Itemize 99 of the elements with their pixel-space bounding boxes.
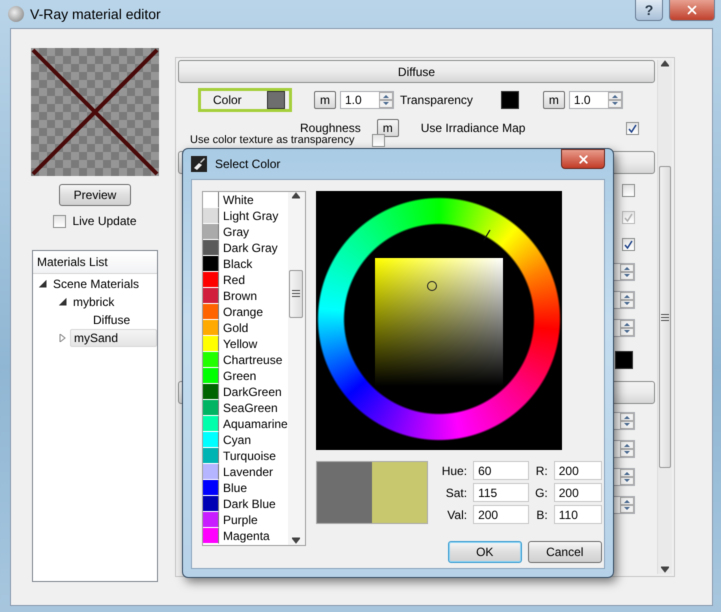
field-label: Color [213, 93, 242, 107]
scroll-up-icon [292, 192, 300, 200]
field-label: Val: [446, 508, 468, 522]
field-label: Sat: [444, 486, 468, 500]
list-item[interactable]: Purple [223, 513, 258, 527]
tree-item[interactable]: mySand [70, 329, 157, 347]
spin-buttons[interactable] [620, 469, 634, 485]
scroll-down-icon [661, 566, 669, 574]
list-item[interactable]: SeaGreen [223, 401, 278, 415]
tree-item[interactable]: Diffuse [90, 312, 134, 328]
tree-item[interactable]: mybrick [70, 294, 118, 310]
spin-box[interactable]: 1.0 [568, 91, 623, 109]
list-item[interactable]: White [223, 193, 254, 207]
spin-buttons[interactable] [379, 92, 393, 108]
number-field[interactable]: 110 [554, 505, 602, 524]
collapsed-arrow-icon [59, 334, 67, 342]
list-item[interactable]: Black [223, 257, 252, 271]
checkbox-label: Live Update [72, 214, 137, 228]
checkbox[interactable] [53, 214, 66, 228]
map-button[interactable]: m [314, 91, 336, 109]
help-button[interactable]: ? [635, 0, 663, 21]
number-field[interactable]: 115 [473, 483, 530, 502]
list-item[interactable]: Turquoise [223, 449, 276, 463]
close-icon [576, 152, 590, 166]
scroll-thumb[interactable] [659, 166, 671, 468]
spin-buttons[interactable] [608, 92, 622, 108]
preview-button[interactable]: Preview [59, 184, 131, 206]
list-item[interactable]: Gray [223, 225, 250, 239]
dialog-button[interactable]: Cancel [528, 541, 602, 563]
new-color-swatch [372, 462, 427, 523]
field-label: Transparency [400, 93, 473, 107]
checkbox-label: Use Irradiance Map [420, 121, 526, 135]
expanded-arrow-icon [59, 298, 67, 306]
checkbox[interactable] [622, 184, 635, 197]
grip-icon [292, 290, 300, 297]
list-item[interactable]: Magenta [223, 529, 270, 543]
spin-buttons[interactable] [620, 497, 634, 513]
spin-buttons[interactable] [620, 320, 634, 336]
color-swatch[interactable] [500, 91, 519, 109]
scrollbar[interactable] [288, 192, 305, 545]
spin-buttons[interactable] [620, 292, 634, 308]
tree-item[interactable]: Scene Materials [50, 276, 142, 292]
list-item[interactable]: Aquamarine [223, 417, 288, 431]
list-item[interactable]: DarkGreen [223, 385, 282, 399]
hue-marker[interactable] [482, 229, 491, 241]
field-value: 1.0 [574, 93, 591, 107]
number-field[interactable]: 200 [473, 505, 530, 524]
spin-buttons[interactable] [620, 264, 634, 280]
checkbox-label: Use color texture as transparency [190, 134, 354, 146]
scroll-up-icon [661, 60, 669, 68]
list-item[interactable]: Dark Blue [223, 497, 276, 511]
spin-buttons[interactable] [620, 441, 634, 457]
map-button[interactable]: m [542, 91, 565, 109]
spin-buttons[interactable] [620, 413, 634, 429]
list-item[interactable]: Brown [223, 289, 258, 303]
section-header[interactable]: Diffuse [178, 60, 655, 83]
list-item[interactable]: Green [223, 369, 256, 383]
picker-marker[interactable] [427, 280, 438, 291]
number-field[interactable]: 200 [554, 483, 602, 502]
number-field[interactable]: 200 [554, 461, 602, 480]
list-item[interactable]: Light Gray [223, 209, 278, 223]
field-label: Hue: [442, 464, 468, 478]
list-item[interactable]: Chartreuse [223, 353, 282, 367]
list-item[interactable]: Gold [223, 321, 248, 335]
field-label: G: [535, 486, 548, 500]
list-item[interactable]: Orange [223, 305, 264, 319]
grip-icon [661, 314, 669, 320]
scroll-down-icon [292, 537, 300, 545]
scroll-thumb[interactable] [289, 270, 304, 318]
color-swatch[interactable] [615, 351, 633, 369]
paint-icon [191, 156, 207, 172]
field-label: Roughness [300, 121, 361, 135]
checkbox[interactable] [372, 134, 386, 146]
app-icon [8, 6, 24, 22]
map-button[interactable]: m [376, 119, 399, 137]
list-item[interactable]: Red [223, 273, 246, 287]
scrollbar[interactable] [657, 60, 672, 574]
field-label: B: [535, 508, 548, 522]
checkbox[interactable] [622, 238, 635, 251]
field-value: 1.0 [345, 93, 362, 107]
color-wheel[interactable] [316, 191, 562, 450]
dialog-button[interactable]: OK [448, 541, 522, 563]
close-icon [685, 3, 699, 17]
window-title: V-Ray material editor [30, 6, 162, 22]
list-item[interactable]: Cyan [223, 433, 252, 447]
dialog-title: Select Color [215, 157, 280, 171]
saturation-value-square[interactable] [374, 258, 503, 386]
list-item[interactable]: Blue [223, 481, 248, 495]
list-item[interactable]: Yellow [223, 337, 258, 351]
color-swatch[interactable] [267, 91, 285, 109]
number-field[interactable]: 60 [473, 461, 530, 480]
close-button[interactable] [561, 149, 605, 169]
list-item[interactable]: Dark Gray [223, 241, 278, 255]
expanded-arrow-icon [39, 280, 47, 288]
close-button[interactable] [669, 0, 715, 21]
field-label: R: [535, 464, 548, 478]
checkbox[interactable] [626, 122, 639, 134]
list-item[interactable]: Lavender [223, 465, 274, 479]
spin-box[interactable]: 1.0 [340, 91, 394, 109]
